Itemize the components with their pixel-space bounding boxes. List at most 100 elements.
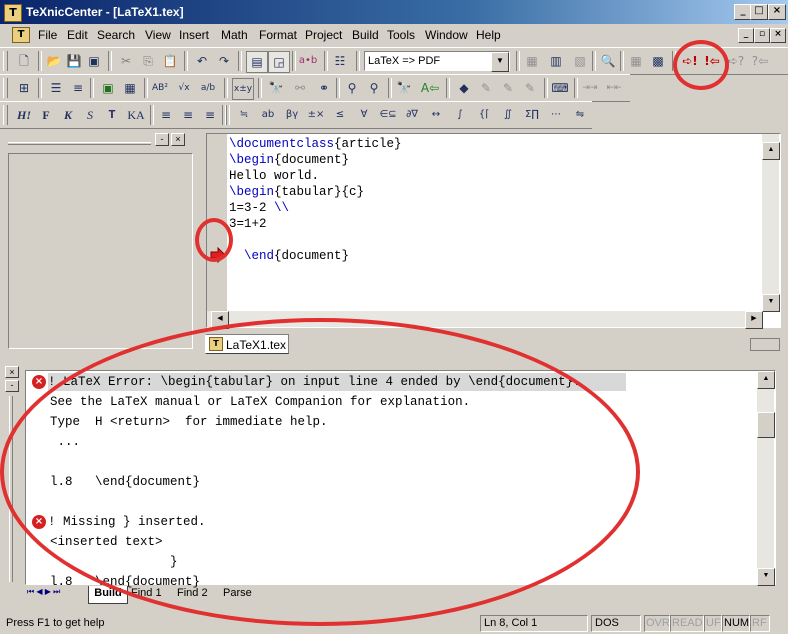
workspace-tree[interactable] (8, 153, 193, 349)
open-folder-icon[interactable]: 📂 (44, 51, 64, 71)
save-all-icon[interactable]: ▣ (84, 51, 104, 71)
align-right-icon[interactable]: ≡ (200, 105, 220, 125)
mdi-restore-button[interactable]: ▫ (754, 28, 770, 43)
maximize-button[interactable]: □ (750, 4, 768, 20)
rebuild-icon[interactable]: ▦ (626, 51, 646, 71)
output-toggle-icon[interactable]: ◲ (268, 51, 290, 73)
math-op-4-icon[interactable]: ±× (306, 105, 326, 125)
panel-close-button[interactable]: × (171, 133, 185, 146)
menu-build[interactable]: Build (352, 28, 379, 42)
view-output-icon[interactable]: 🔍 (598, 51, 618, 71)
insert-label-icon[interactable]: ✎ (498, 78, 518, 98)
tab-scroll-buttons[interactable] (750, 338, 780, 351)
fraction-icon[interactable]: a/b (198, 78, 218, 98)
menu-search[interactable]: Search (97, 28, 135, 42)
panel-minimize-button[interactable]: - (155, 133, 169, 146)
next-warning-icon[interactable]: ➪? (726, 51, 746, 71)
superscript-icon[interactable]: AB² (150, 78, 170, 98)
insert-command-icon[interactable]: ⌨ (550, 78, 570, 98)
tab-nav-arrows[interactable]: ⏮ ◀ ▶ ⏭ (27, 587, 87, 600)
insert-cite-icon[interactable]: ✎ (476, 78, 496, 98)
math-op-1-icon[interactable]: ≒ (234, 105, 254, 125)
app-icon[interactable]: T (4, 4, 22, 22)
build-file-icon[interactable]: ▥ (546, 51, 566, 71)
align-center-icon[interactable]: ≡ (178, 105, 198, 125)
paste-icon[interactable]: 📋 (160, 51, 180, 71)
enumerate-icon[interactable]: ≡ (68, 78, 88, 98)
clean-icon[interactable]: ▩ (648, 51, 668, 71)
insert-table-icon[interactable]: ▦ (120, 78, 140, 98)
menu-edit[interactable]: Edit (67, 28, 88, 42)
editor-pane[interactable]: \documentclass{article} \begin{document} H… (206, 133, 781, 329)
undo-icon[interactable]: ↶ (192, 51, 212, 71)
math-op-5-icon[interactable]: ≤ (330, 105, 350, 125)
insert-ref-icon[interactable]: ◆ (454, 78, 474, 98)
outdent-icon[interactable]: ⇤⇤ (604, 78, 624, 98)
math-op-13-icon[interactable]: Σ∏ (522, 105, 542, 125)
indent-icon[interactable]: ⇥⇥ (580, 78, 600, 98)
style-bold-button[interactable]: F (36, 105, 56, 125)
math-op-9-icon[interactable]: ↔ (426, 105, 446, 125)
style-italic-button[interactable]: K (58, 105, 78, 125)
panel-grip[interactable] (8, 142, 151, 145)
output-close-button[interactable]: × (5, 366, 19, 378)
previous-warning-icon[interactable]: ?⇦ (750, 51, 770, 71)
math-op-8-icon[interactable]: ∂∇ (402, 105, 422, 125)
itemize-icon[interactable]: ☰ (46, 78, 66, 98)
menu-insert[interactable]: Insert (179, 28, 209, 42)
workspace-toggle-icon[interactable]: ▤ (246, 51, 268, 73)
math-op-11-icon[interactable]: {⌈ (474, 105, 494, 125)
math-op-7-icon[interactable]: ∈⊆ (378, 105, 398, 125)
output-scroll-down-button[interactable]: ▼ (757, 568, 775, 586)
mdi-close-button[interactable]: × (770, 28, 786, 43)
menu-format[interactable]: Format (259, 28, 297, 42)
menu-window[interactable]: Window (425, 28, 468, 42)
scroll-down-button[interactable]: ▼ (762, 294, 780, 312)
cut-icon[interactable]: ✂ (116, 51, 136, 71)
math-op-15-icon[interactable]: ⇋ (570, 105, 590, 125)
math-op-3-icon[interactable]: βγ (282, 105, 302, 125)
editor-vscrollbar[interactable]: ▲ ▼ (762, 134, 780, 312)
sqrt-icon[interactable]: √x (174, 78, 194, 98)
chevron-down-icon[interactable]: ▼ (491, 52, 509, 72)
menu-view[interactable]: View (145, 28, 171, 42)
style-heading-button[interactable]: H! (14, 105, 34, 125)
menu-math[interactable]: Math (221, 28, 248, 42)
go-to-icon[interactable]: A⇦ (420, 78, 440, 98)
structure-icon[interactable]: ☷ (330, 51, 350, 71)
scroll-up-button[interactable]: ▲ (762, 142, 780, 160)
menu-help[interactable]: Help (476, 28, 501, 42)
math-op-6-icon[interactable]: ∀ (354, 105, 374, 125)
scroll-right-button[interactable]: ▶ (745, 311, 763, 329)
build-profile-select[interactable]: LaTeX => PDF ▼ (364, 51, 510, 72)
structure-tree-icon[interactable]: ⊞ (14, 78, 34, 98)
insert-index-icon[interactable]: ✎ (520, 78, 540, 98)
insert-picture-icon[interactable]: ▣ (98, 78, 118, 98)
output-minimize-button[interactable]: - (5, 380, 19, 392)
menu-file[interactable]: File (38, 28, 57, 42)
find-in-files-icon[interactable]: 🔭 (394, 78, 414, 98)
output-scroll-thumb[interactable] (757, 412, 775, 438)
style-caps-button[interactable]: KA (124, 105, 148, 125)
mdi-minimize-button[interactable]: _ (738, 28, 754, 43)
bookmark-icon[interactable]: ⚲ (342, 78, 362, 98)
find-all-icon[interactable]: ⚭ (314, 78, 334, 98)
output-scroll-up-button[interactable]: ▲ (757, 371, 775, 389)
document-icon[interactable]: T (12, 27, 30, 43)
bookmark-next-icon[interactable]: ⚲ (364, 78, 384, 98)
math-op-2-icon[interactable]: ab (258, 105, 278, 125)
output-vscrollbar[interactable]: ▲ ▼ (757, 371, 775, 586)
save-icon[interactable]: 💾 (64, 51, 84, 71)
new-file-icon[interactable]: 🗋 (14, 51, 34, 71)
style-slanted-button[interactable]: S (80, 105, 100, 125)
close-button[interactable]: × (768, 4, 786, 20)
find-icon[interactable]: 🔭 (266, 78, 286, 98)
redo-icon[interactable]: ↷ (214, 51, 234, 71)
build-project-icon[interactable]: ▦ (522, 51, 542, 71)
find-next-icon[interactable]: ⚯ (290, 78, 310, 98)
math-op-12-icon[interactable]: ∬ (498, 105, 518, 125)
math-op-10-icon[interactable]: ∫ (450, 105, 470, 125)
spelling-icon[interactable]: a•b (298, 51, 318, 71)
math-op-14-icon[interactable]: ⋯ (546, 105, 566, 125)
style-typewriter-button[interactable]: T (102, 105, 122, 125)
